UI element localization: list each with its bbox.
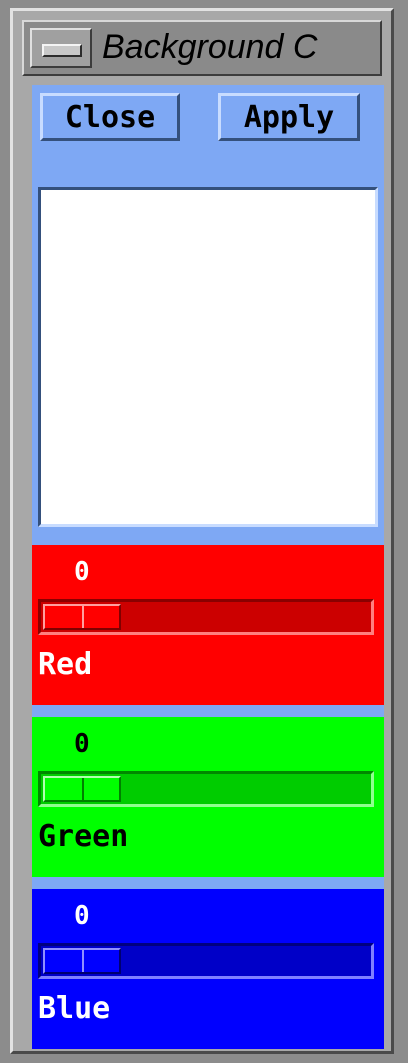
blue-slider[interactable]: [38, 943, 374, 979]
green-value: 0: [74, 729, 90, 759]
color-preview: [38, 187, 378, 527]
thumb-divider: [82, 950, 84, 972]
red-slider[interactable]: [38, 599, 374, 635]
green-label: Green: [38, 819, 129, 854]
green-slider-panel: 0 Green: [32, 717, 384, 877]
thumb-divider: [82, 778, 84, 800]
red-slider-thumb[interactable]: [43, 604, 121, 630]
red-slider-panel: 0 Red: [32, 545, 384, 705]
window-menu-icon: [42, 44, 82, 57]
apply-button[interactable]: Apply: [218, 93, 360, 141]
window-menu-button[interactable]: [30, 28, 92, 68]
green-slider-thumb[interactable]: [43, 776, 121, 802]
blue-slider-thumb[interactable]: [43, 948, 121, 974]
green-slider[interactable]: [38, 771, 374, 807]
title-bar[interactable]: Background C: [22, 20, 382, 76]
client-area: Close Apply 0 Red 0 Green 0 Blue: [32, 85, 384, 1049]
red-value: 0: [74, 557, 90, 587]
thumb-divider: [82, 606, 84, 628]
red-label: Red: [38, 647, 93, 682]
blue-slider-panel: 0 Blue: [32, 889, 384, 1049]
blue-label: Blue: [38, 991, 111, 1026]
close-button[interactable]: Close: [40, 93, 180, 141]
window-title: Background C: [102, 28, 318, 66]
blue-value: 0: [74, 901, 90, 931]
